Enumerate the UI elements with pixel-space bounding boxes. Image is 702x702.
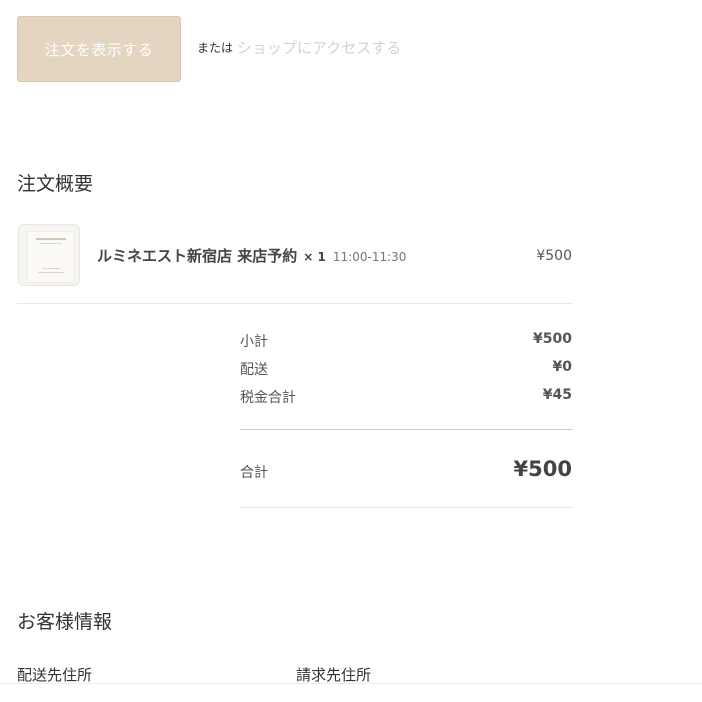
view-order-button[interactable]: 注文を表示する: [17, 16, 181, 82]
visit-shop-link[interactable]: ショップにアクセスする: [237, 37, 401, 58]
subtotal-value: ¥500: [533, 331, 572, 347]
total-value: ¥500: [513, 457, 572, 481]
tax-total-value: ¥45: [542, 387, 572, 403]
bottom-rule: [0, 683, 702, 684]
product-time-slot: 11:00-11:30: [332, 250, 407, 264]
summary-bottom-divider: [240, 507, 573, 508]
product-line: ルミネエスト新宿店 来店予約 × 1 11:00-11:30: [97, 245, 406, 266]
or-text: または: [197, 41, 234, 55]
product-name: ルミネエスト新宿店 来店予約: [97, 247, 298, 265]
total-label: 合計: [240, 465, 268, 481]
product-thumbnail: [18, 224, 80, 286]
shipping-value: ¥0: [552, 359, 572, 375]
order-summary-title: 注文概要: [17, 173, 94, 195]
products-divider: [17, 303, 573, 304]
product-quantity: × 1: [303, 250, 326, 264]
subtotal-label: 小計: [240, 334, 268, 350]
totals-divider: [240, 429, 573, 430]
tax-total-label: 税金合計: [240, 390, 296, 406]
product-price: ¥500: [536, 248, 572, 264]
customer-info-title: お客様情報: [17, 611, 113, 633]
shipping-address-label: 配送先住所: [17, 666, 93, 684]
shipping-label: 配送: [240, 362, 268, 378]
product-card-image: [27, 231, 75, 283]
billing-address-label: 請求先住所: [296, 666, 372, 684]
